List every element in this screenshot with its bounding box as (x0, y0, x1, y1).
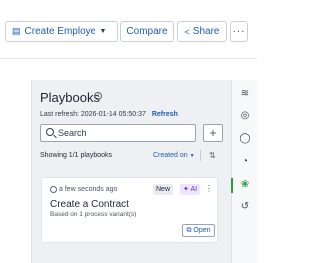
history-icon[interactable]: ↺ (239, 201, 251, 213)
chat-icon[interactable]: ◯ (239, 133, 251, 145)
ai-sparkle-icon: ✦ (183, 186, 189, 193)
right-rail: ≋ ◎ ◯ ◔ ❀ ↺ (231, 80, 257, 263)
chevron-down-icon: ▼ (189, 153, 195, 159)
create-label: Create Employe... (24, 26, 95, 37)
kebab-menu-icon[interactable]: ⋮ (205, 184, 213, 193)
active-indicator (231, 178, 233, 193)
card-subtitle: Based on 1 process variant(s) (50, 211, 137, 218)
showing-count: Showing 1/1 playbooks (40, 152, 112, 159)
share-icon: < (184, 26, 190, 37)
info-icon[interactable]: i (94, 92, 102, 100)
search-input[interactable]: Search (40, 124, 196, 142)
card-time: a few seconds ago (59, 186, 118, 193)
playbook-card[interactable]: a few seconds ago New ✦ AI ⋮ Create a Co… (41, 177, 218, 243)
open-button[interactable]: ⧉ Open (182, 224, 215, 237)
ai-badge-label: AI (190, 186, 198, 193)
add-playbook-button[interactable]: + (203, 124, 223, 142)
panel-title: Playbooks (40, 90, 100, 105)
ai-badge: ✦ AI (180, 184, 201, 195)
clock-icon (50, 186, 57, 193)
sort-order-icon[interactable]: ⇅ (209, 151, 216, 160)
open-label: Open (193, 227, 211, 234)
share-label: Share (192, 26, 220, 37)
search-placeholder: Search (58, 128, 87, 138)
divider (0, 58, 257, 59)
card-title: Create a Contract (50, 199, 129, 210)
sort-dropdown[interactable]: Created on ▼ (153, 152, 195, 159)
last-refresh: Last refresh: 2026-01-14 05:50:37 Refres… (40, 111, 178, 118)
toolbar: ▤ Create Employe... ▼ Compare < Share ··… (0, 0, 257, 58)
sliders-icon[interactable]: ≋ (239, 88, 251, 100)
refresh-link[interactable]: Refresh (152, 111, 178, 118)
more-button[interactable]: ··· (230, 21, 248, 42)
chevron-down-icon: ▼ (99, 28, 107, 35)
last-refresh-text: Last refresh: 2026-01-14 05:50:37 (40, 111, 146, 118)
compare-button[interactable]: Compare (120, 21, 174, 42)
sort-label: Created on (153, 152, 188, 159)
playbooks-panel: Playbooks i Last refresh: 2026-01-14 05:… (31, 80, 231, 263)
new-badge: New (153, 184, 174, 195)
external-link-icon: ⧉ (186, 227, 192, 234)
gauge-icon[interactable]: ◔ (239, 156, 251, 168)
target-icon[interactable]: ◎ (239, 110, 251, 122)
share-button[interactable]: < Share (177, 21, 227, 42)
playbook-icon[interactable]: ❀ (239, 179, 251, 191)
document-icon: ▤ (12, 26, 21, 36)
create-employee-dropdown[interactable]: ▤ Create Employe... ▼ (5, 21, 118, 42)
sort-separator (200, 150, 201, 161)
search-icon (46, 128, 54, 136)
